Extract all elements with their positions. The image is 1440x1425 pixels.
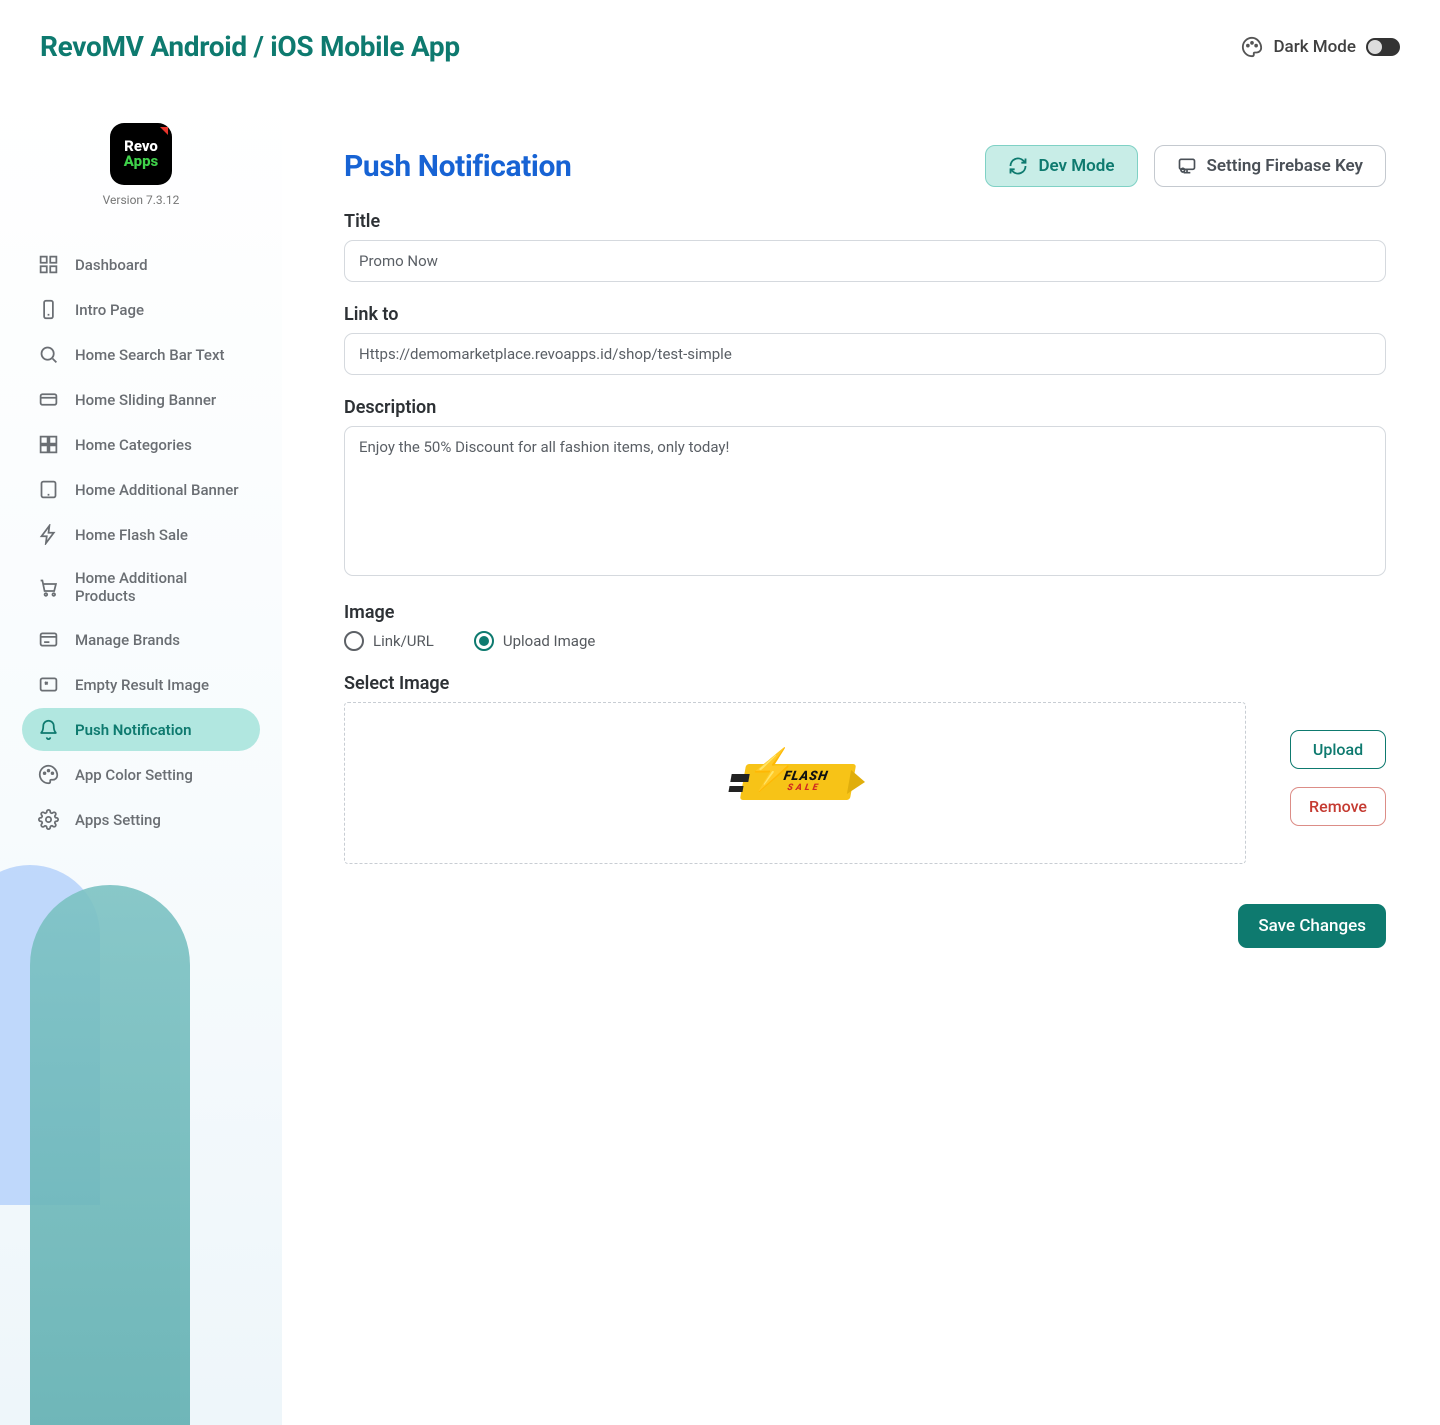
description-input[interactable]: Enjoy the 50% Discount for all fashion i… xyxy=(344,426,1386,576)
link-label: Link to xyxy=(344,304,1386,325)
sidebar-nav: Dashboard Intro Page Home Search Bar Text H… xyxy=(0,243,282,841)
banner-icon xyxy=(38,389,59,410)
grid-icon xyxy=(38,434,59,455)
image-x-icon xyxy=(38,674,59,695)
sidebar-item-label: Home Flash Sale xyxy=(75,526,188,544)
sidebar-item-label: Home Sliding Banner xyxy=(75,391,216,409)
sidebar-item-manage-brands[interactable]: Manage Brands xyxy=(22,618,260,661)
search-icon xyxy=(38,344,59,365)
logo-icon: Revo Apps xyxy=(110,123,172,185)
link-input[interactable] xyxy=(344,333,1386,375)
sidebar-item-label: Home Additional Banner xyxy=(75,481,239,499)
sidebar-item-push-notification[interactable]: Push Notification xyxy=(22,708,260,751)
radio-link-url[interactable]: Link/URL xyxy=(344,631,434,651)
palette-icon xyxy=(38,764,59,785)
title-label: Title xyxy=(344,211,1386,232)
window-icon xyxy=(38,629,59,650)
sidebar-item-home-search-bar-text[interactable]: Home Search Bar Text xyxy=(22,333,260,376)
bolt-icon xyxy=(38,524,59,545)
sidebar-item-label: Home Search Bar Text xyxy=(75,346,225,364)
page-title: Push Notification xyxy=(344,149,571,184)
radio-icon xyxy=(344,631,364,651)
sidebar-item-label: Dashboard xyxy=(75,256,148,274)
main: Push Notification Dev Mode xyxy=(282,91,1440,1425)
sidebar-item-home-categories[interactable]: Home Categories xyxy=(22,423,260,466)
sidebar-item-home-additional-banner[interactable]: Home Additional Banner xyxy=(22,468,260,511)
sidebar-item-label: Empty Result Image xyxy=(75,676,209,694)
phone-icon xyxy=(38,299,59,320)
topbar-right: Dark Mode xyxy=(1241,36,1400,58)
dark-mode-label: Dark Mode xyxy=(1273,37,1356,57)
content-card: Push Notification Dev Mode xyxy=(314,115,1416,1401)
firebase-key-button[interactable]: Setting Firebase Key xyxy=(1154,145,1386,187)
app-title: RevoMV Android / iOS Mobile App xyxy=(40,30,460,63)
sidebar-item-intro-page[interactable]: Intro Page xyxy=(22,288,260,331)
sidebar: Revo Apps Version 7.3.12 Dashboard Intro … xyxy=(0,91,282,1425)
radio-upload-image[interactable]: Upload Image xyxy=(474,631,595,651)
monitor-settings-icon xyxy=(1177,156,1197,176)
dashboard-icon xyxy=(38,254,59,275)
image-dropzone[interactable]: FLASH SALE ⚡ xyxy=(344,702,1246,864)
select-image-label: Select Image xyxy=(344,673,1386,694)
sidebar-item-label: Home Additional Products xyxy=(75,569,244,605)
sidebar-item-label: Home Categories xyxy=(75,436,192,454)
sidebar-item-app-color-setting[interactable]: App Color Setting xyxy=(22,753,260,796)
sidebar-item-label: Manage Brands xyxy=(75,631,180,649)
title-input[interactable] xyxy=(344,240,1386,282)
radio-icon xyxy=(474,631,494,651)
sidebar-item-home-flash-sale[interactable]: Home Flash Sale xyxy=(22,513,260,556)
cart-icon xyxy=(38,577,59,598)
flash-sale-image: FLASH SALE ⚡ xyxy=(725,756,865,810)
bell-icon xyxy=(38,719,59,740)
upload-button[interactable]: Upload xyxy=(1290,730,1386,769)
sidebar-item-home-sliding-banner[interactable]: Home Sliding Banner xyxy=(22,378,260,421)
sidebar-item-label: Intro Page xyxy=(75,301,144,319)
version-label: Version 7.3.12 xyxy=(103,193,180,207)
sidebar-item-apps-setting[interactable]: Apps Setting xyxy=(22,798,260,841)
sidebar-item-empty-result-image[interactable]: Empty Result Image xyxy=(22,663,260,706)
refresh-icon xyxy=(1008,156,1028,176)
sidebar-item-dashboard[interactable]: Dashboard xyxy=(22,243,260,286)
description-label: Description xyxy=(344,397,1386,418)
sidebar-item-label: Apps Setting xyxy=(75,811,161,829)
dev-mode-button[interactable]: Dev Mode xyxy=(985,145,1137,187)
save-changes-button[interactable]: Save Changes xyxy=(1238,904,1386,948)
palette-icon xyxy=(1241,36,1263,58)
topbar: RevoMV Android / iOS Mobile App Dark Mod… xyxy=(0,0,1440,91)
sidebar-logo: Revo Apps Version 7.3.12 xyxy=(0,123,282,207)
sidebar-item-label: Push Notification xyxy=(75,721,191,739)
gear-icon xyxy=(38,809,59,830)
sidebar-item-home-additional-products[interactable]: Home Additional Products xyxy=(22,558,260,616)
remove-button[interactable]: Remove xyxy=(1290,787,1386,826)
sidebar-item-label: App Color Setting xyxy=(75,766,193,784)
dark-mode-toggle[interactable] xyxy=(1366,38,1400,56)
tablet-icon xyxy=(38,479,59,500)
image-label: Image xyxy=(344,602,1386,623)
